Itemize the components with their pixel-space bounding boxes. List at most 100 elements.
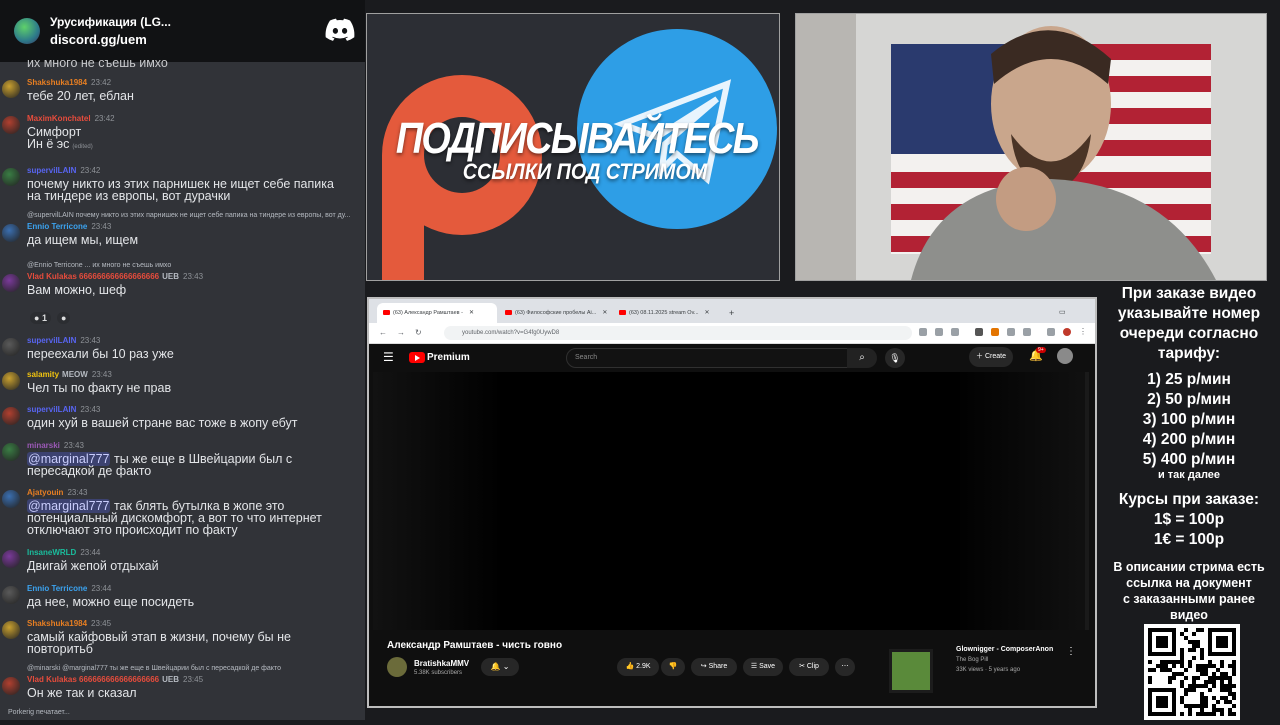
browser-tab-2[interactable]: (63) Философские пробелы Ai... ✕ [499,303,609,323]
user-avatar[interactable] [2,550,20,568]
microphone-icon[interactable]: 🎙 [885,348,905,368]
user-avatar[interactable] [2,224,20,242]
subscription-bell-button[interactable]: 🔔 ⌄ [481,658,519,676]
user-avatar[interactable] [2,407,20,425]
qr-code-icon [1144,624,1240,720]
search-input[interactable]: Search [566,348,849,368]
new-tab-button[interactable]: + [729,303,734,323]
forward-icon[interactable]: → [397,328,405,337]
scrollbar[interactable] [1085,372,1089,630]
browser-menu-icon[interactable]: ⋮ [1079,328,1087,336]
server-link[interactable]: discord.gg/uem [50,31,171,48]
username[interactable]: supervilLAIN [27,166,76,175]
description-line: с заказанными ранее [1122,592,1255,606]
reaction-chip[interactable]: ● 1 [30,312,51,324]
user-avatar[interactable] [2,338,20,356]
browser-tab-3[interactable]: (63) 08.11.2025 stream Ov... ✕ [613,303,723,323]
youtube-logo-icon[interactable] [409,352,425,363]
message-text: их много не съешь имхо [27,56,168,70]
create-button[interactable]: ＋ Create [969,347,1013,367]
chat-panel: Урусификация (LG... discord.gg/uem их мн… [0,0,365,720]
extension-icon[interactable] [975,328,983,336]
browser-tab-1[interactable]: (63) Александр Рамштаев - ✕ [377,303,497,323]
channel-name[interactable]: BratishkaMMV [414,659,469,668]
minimize-icon[interactable]: ▭ [1059,303,1066,323]
user-avatar[interactable] [2,274,20,292]
username[interactable]: MaximKonchatel [27,114,91,123]
username[interactable]: minarski [27,441,60,450]
reload-icon[interactable]: ↻ [415,328,422,337]
username[interactable]: Vlad Kulakas 666666666666666666 [27,272,159,281]
message-meta: supervilLAIN 23:43 [27,336,100,346]
zoom-icon[interactable] [919,328,927,336]
username[interactable]: Shakshuka1984 [27,619,87,628]
bookmark-icon[interactable] [951,328,959,336]
message-meta: Shakshuka1984 23:45 [27,619,111,629]
username[interactable]: supervilLAIN [27,336,76,345]
hamburger-menu-icon[interactable]: ☰ [383,350,394,364]
username[interactable]: Shakshuka1984 [27,78,87,87]
reply-preview[interactable]: @supervilLAIN почему никто из этих парни… [27,212,350,219]
user-avatar[interactable] [2,677,20,695]
recommended-title[interactable]: Glownigger - ComposerAnon [956,646,1053,653]
save-button[interactable]: ☰ Save [743,658,783,676]
user-avatar[interactable] [1057,348,1073,364]
username[interactable]: salamity [27,370,59,379]
close-tab-icon[interactable]: ✕ [469,310,474,316]
profile-icon[interactable] [1063,328,1071,336]
message-meta: Ajatyouin 23:43 [27,488,87,498]
notification-badge: 9+ [1036,347,1046,353]
reply-preview[interactable]: @Ennio Terricone ... их много не съешь и… [27,262,171,269]
video-frame[interactable] [498,372,960,630]
user-avatar[interactable] [2,621,20,639]
user-avatar[interactable] [2,116,20,134]
channel-avatar[interactable] [387,657,407,677]
message-text: @marginal777 так блять бутылка в жопе эт… [27,499,362,536]
reply-preview[interactable]: @minarski @marginal777 ты же еще в Швейц… [27,665,281,672]
like-button[interactable]: 👍 2.9K [617,658,659,676]
share-button[interactable]: ↪ Share [691,658,737,676]
message-text: Вам можно, шеф [27,284,362,297]
user-avatar[interactable] [2,372,20,390]
recommended-channel: The Bog Pill [956,657,989,663]
user-avatar[interactable] [2,443,20,461]
youtube-brand[interactable]: Premium [427,352,470,363]
order-info-panel: При заказе видео указывайте номер очереди … [1098,284,1280,720]
cast-icon[interactable] [935,328,943,336]
webcam-image [796,14,1266,280]
discord-server-bar: Урусификация (LG... discord.gg/uem [0,0,365,62]
search-icon[interactable]: ⌕ [847,348,877,368]
dislike-button[interactable]: 👎 [661,658,685,676]
recommended-more-icon[interactable]: ⋮ [1066,646,1076,657]
user-avatar[interactable] [2,490,20,508]
username[interactable]: InsaneWRLD [27,548,76,557]
reactions[interactable]: ● 1 ● [30,312,76,324]
message-line: один хуй в вашей стране вас тоже в жопу … [27,416,298,430]
clip-label: Clip [806,663,819,670]
sidebar-icon[interactable] [1047,328,1055,336]
timestamp: 23:43 [183,272,204,281]
url-field[interactable]: youtube.com/watch?v=G4fg0UywD8 [444,326,912,340]
more-actions-button[interactable]: ⋯ [835,658,855,676]
username[interactable]: supervilLAIN [27,405,76,414]
user-avatar[interactable] [2,80,20,98]
clip-button[interactable]: ✂ Clip [789,658,829,676]
username[interactable]: Ennio Terricone [27,222,87,231]
extension-icon[interactable] [991,328,999,336]
channel-subscribers: 5.38K subscribers [414,670,463,676]
youtube-header: ☰ Premium Search ⌕ 🎙 ＋ Create 🔔 9+ [369,344,1095,372]
reaction-chip[interactable]: ● [56,312,71,324]
user-avatar[interactable] [2,168,20,186]
user-avatar[interactable] [2,586,20,604]
video-player[interactable] [373,372,1089,630]
extension-icon[interactable] [1007,328,1015,336]
recommended-thumbnail[interactable] [889,649,933,693]
username[interactable]: Vlad Kulakas 666666666666666666 [27,675,159,684]
back-icon[interactable]: ← [379,328,387,337]
username[interactable]: Ajatyouin [27,488,63,497]
close-tab-icon[interactable]: ✕ [705,310,710,316]
extensions-icon[interactable] [1023,328,1031,336]
close-tab-icon[interactable]: ✕ [602,310,607,316]
video-title: Александр Рамштаев - чисть говно [387,640,563,651]
username[interactable]: Ennio Terricone [27,584,87,593]
